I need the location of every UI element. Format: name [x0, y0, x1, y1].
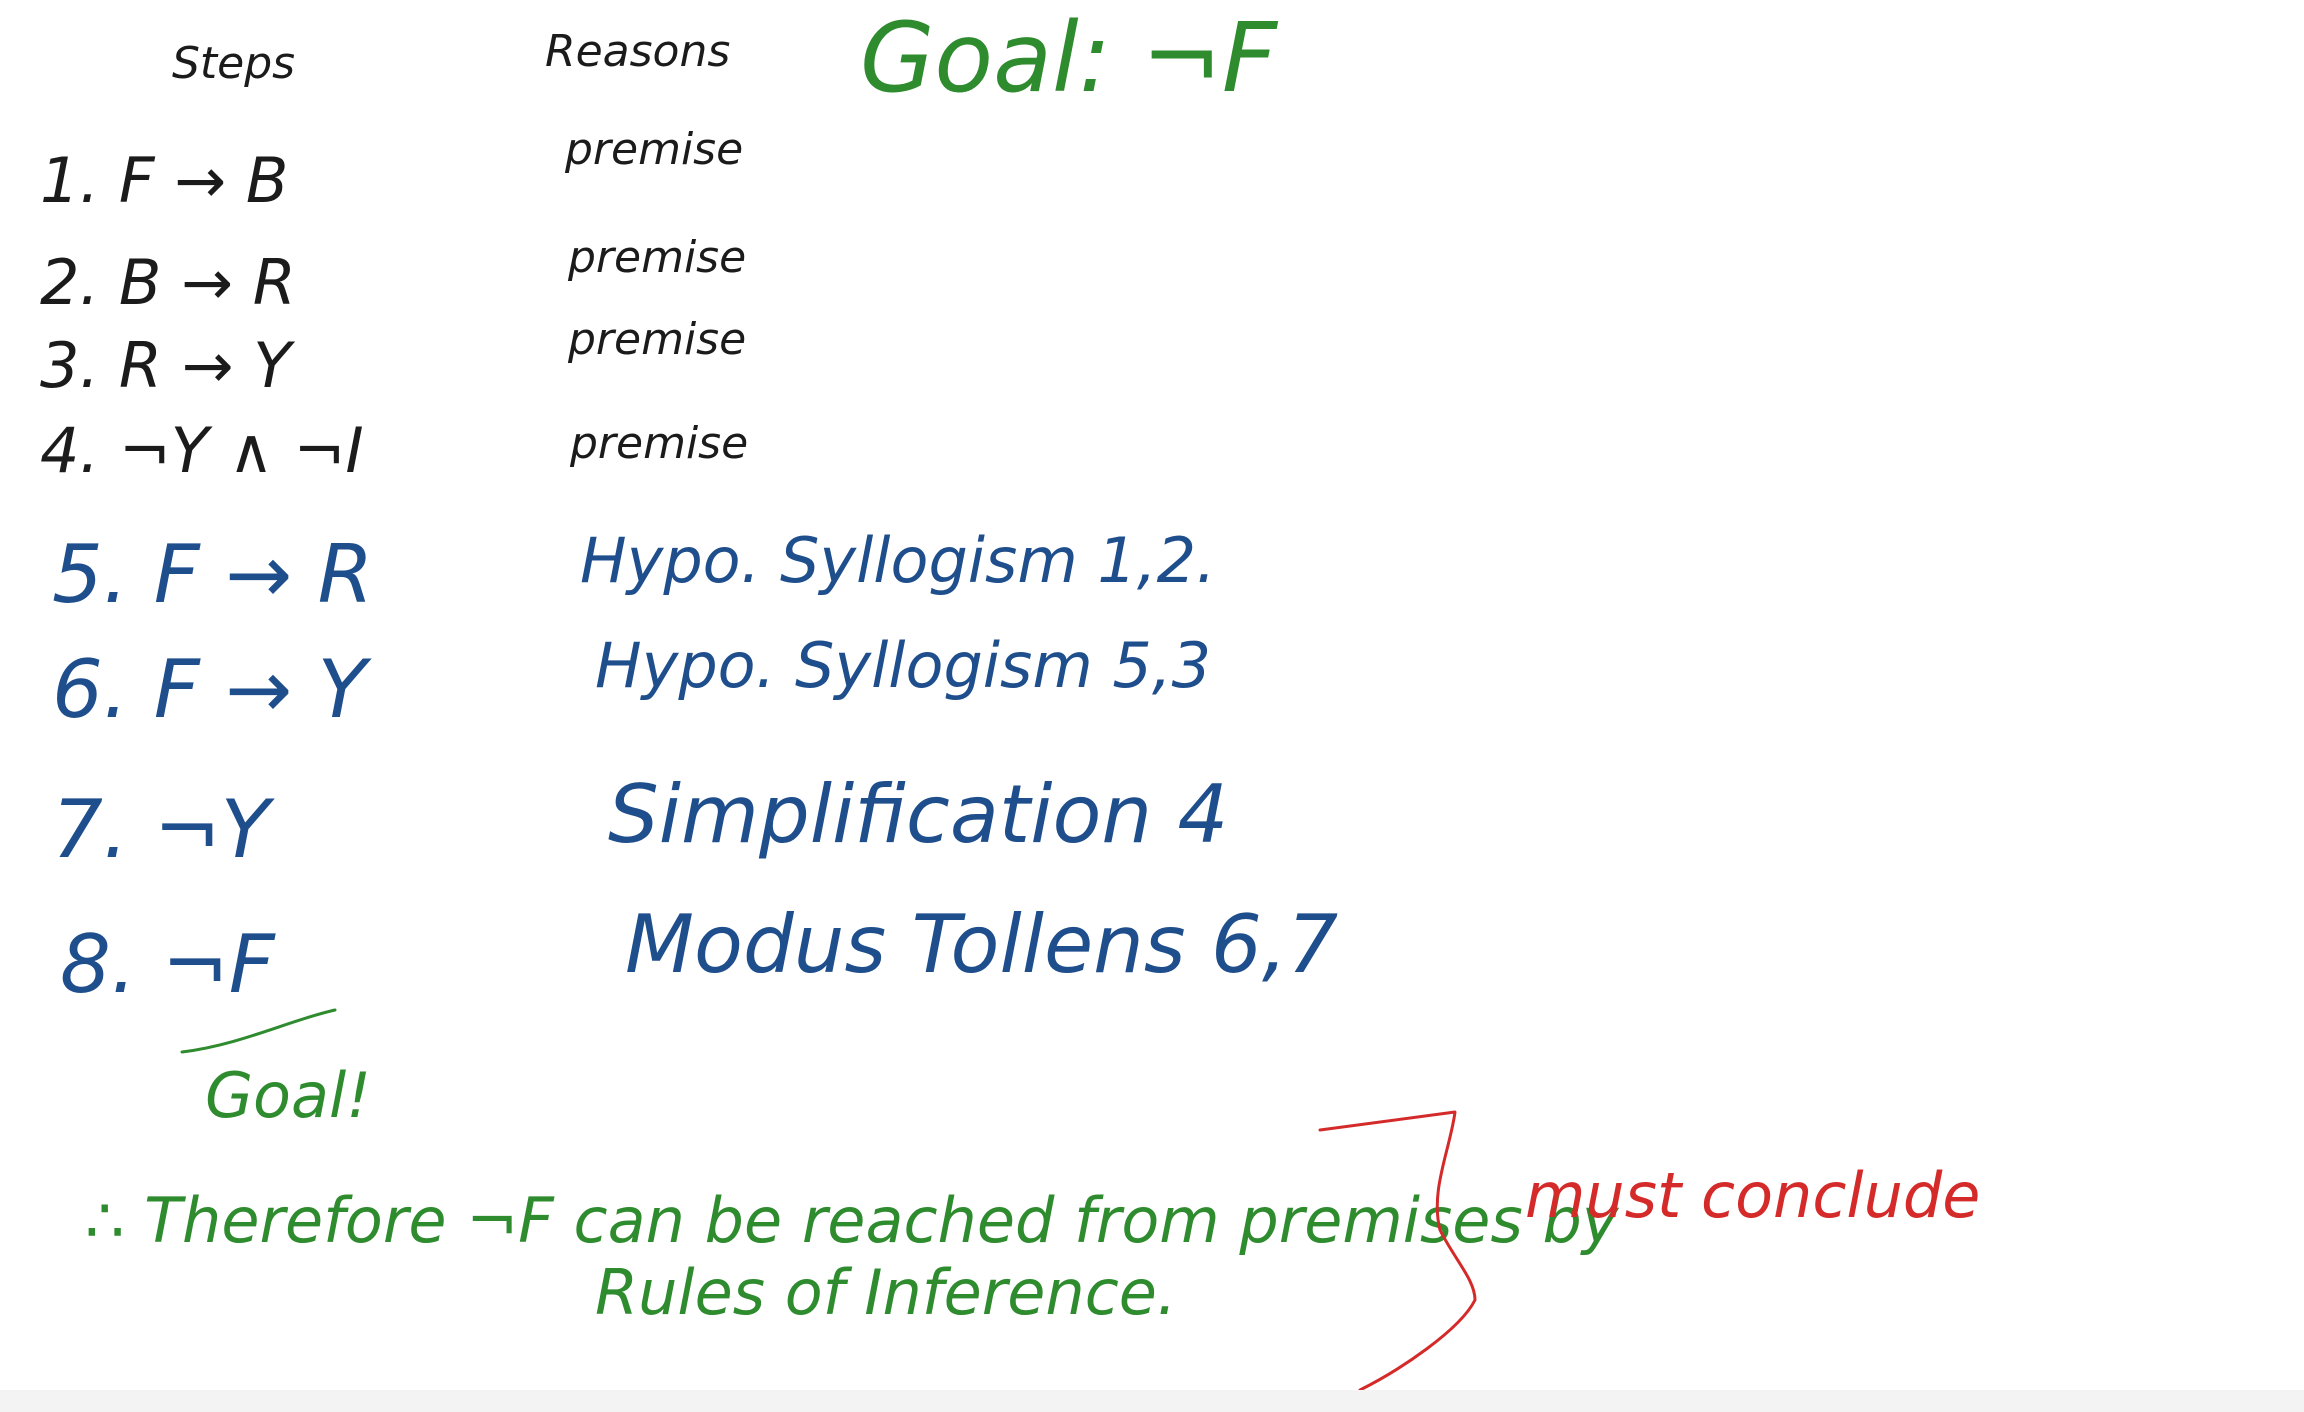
reason-4: premise: [570, 418, 749, 469]
step-6: 6. F → Y: [52, 643, 367, 736]
step-5: 5. F → R: [52, 528, 374, 621]
reason-6: Hypo. Syllogism 5,3: [595, 629, 1212, 702]
steps-header: Steps: [172, 38, 296, 89]
conclusion-line-1: ∴ Therefore ¬F can be reached from premi…: [85, 1184, 1619, 1257]
reason-5: Hypo. Syllogism 1,2.: [580, 524, 1216, 597]
goal-underline-stroke: [180, 1008, 337, 1054]
reason-8: Modus Tollens 6,7: [625, 898, 1339, 991]
step-2: 2. B → R: [40, 246, 296, 319]
step-7: 7. ¬Y: [52, 783, 270, 876]
step-4: 4. ¬Y ∧ ¬I: [40, 414, 364, 487]
reasons-header: Reasons: [545, 26, 731, 77]
whiteboard-canvas: Steps Reasons Goal: ¬F 1. F → B 2. B → R…: [0, 0, 2304, 1412]
step-8: 8. ¬F: [60, 918, 275, 1011]
reason-1: premise: [565, 124, 744, 175]
goal-header: Goal: ¬F: [860, 2, 1278, 114]
step-1: 1. F → B: [40, 144, 289, 217]
bottom-edge-strip: [0, 1390, 2304, 1412]
reason-2: premise: [568, 232, 747, 283]
reason-3: premise: [568, 314, 747, 365]
goal-under-step-8: Goal!: [205, 1059, 372, 1132]
step-3: 3. R → Y: [40, 329, 292, 402]
conclusion-line-2: Rules of Inference.: [595, 1256, 1177, 1329]
reason-7: Simplification 4: [608, 768, 1229, 861]
must-conclude-note: must conclude: [1525, 1159, 1981, 1232]
